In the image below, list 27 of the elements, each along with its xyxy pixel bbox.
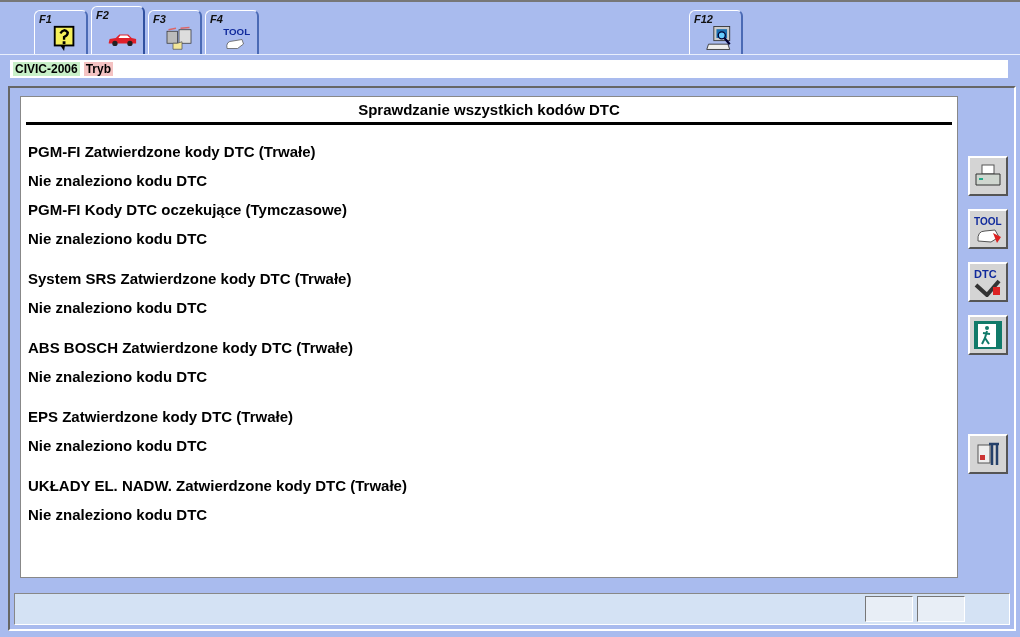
exit-door-icon: [973, 320, 1003, 350]
hand-on-modules-icon: [164, 24, 194, 52]
vehicle-model-label: CIVIC-2006: [13, 62, 80, 76]
result-text: Nie znaleziono kodu DTC: [27, 436, 209, 456]
result-text: Nie znaleziono kodu DTC: [27, 298, 209, 318]
report-title: Sprawdzanie wszystkich kodów DTC: [26, 99, 952, 125]
system-heading: ABS BOSCH Zatwierdzone kody DTC (Trwałe): [27, 338, 355, 358]
result-text: Nie znaleziono kodu DTC: [27, 505, 209, 525]
system-heading: EPS Zatwierdzone kody DTC (Trwałe): [27, 407, 295, 427]
mode-label: Tryb: [83, 62, 114, 76]
function-tab[interactable]: F4 TOOL: [205, 10, 259, 54]
function-tab[interactable]: F2: [91, 6, 145, 54]
print-button[interactable]: [968, 156, 1008, 196]
exit-button[interactable]: [968, 315, 1008, 355]
function-tab[interactable]: F12: [689, 10, 743, 54]
toolbar-button[interactable]: [968, 434, 1008, 474]
result-text: Nie znaleziono kodu DTC: [27, 229, 209, 249]
system-heading: PGM-FI Zatwierdzone kody DTC (Trwałe): [27, 142, 317, 162]
function-tab[interactable]: F3: [148, 10, 202, 54]
system-heading: UKŁADY EL. NADW. Zatwierdzone kody DTC (Trwałe): [27, 476, 408, 496]
system-heading: System SRS Zatwierdzone kody DTC (Trwałe): [27, 269, 353, 289]
result-text: Nie znaleziono kodu DTC: [27, 171, 209, 191]
status-field: [865, 596, 913, 622]
result-text: Nie znaleziono kodu DTC: [27, 367, 209, 387]
status-field: [917, 596, 965, 622]
function-tab[interactable]: F1: [34, 10, 88, 54]
system-heading: PGM-FI Kody DTC oczekujące (Tymczasowe): [27, 200, 348, 220]
